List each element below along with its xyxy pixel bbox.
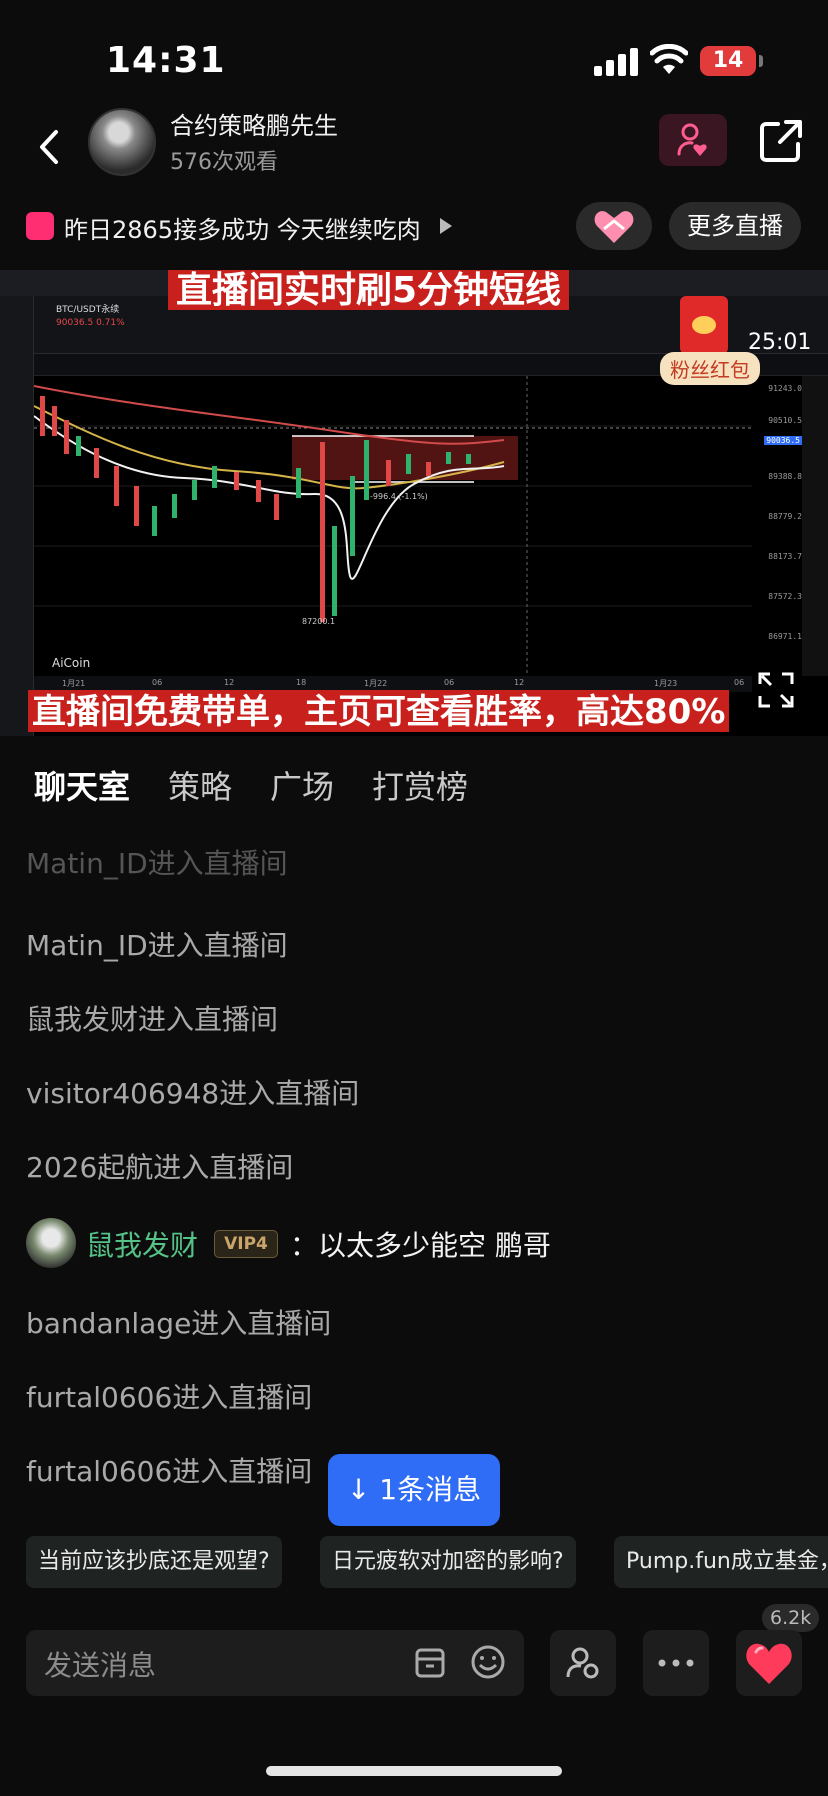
like-button[interactable]	[736, 1630, 802, 1696]
share-icon[interactable]	[756, 116, 806, 166]
host-avatar[interactable]	[88, 108, 156, 176]
price-tick: 88173.7	[768, 552, 802, 561]
battery-indicator: 14	[700, 46, 756, 76]
new-messages-button[interactable]: ↓ 1条消息	[328, 1454, 500, 1526]
trading-app-sidebar	[0, 296, 34, 736]
pair-label: BTC/USDT永续	[56, 305, 120, 315]
message-username[interactable]: 鼠我发财	[86, 1224, 198, 1264]
view-count: 576次观看	[170, 150, 278, 175]
user-cog-icon	[566, 1647, 599, 1679]
back-arrow-icon[interactable]	[30, 122, 70, 172]
time-tick: 12	[224, 678, 235, 687]
price-tick: 86971.1	[768, 632, 802, 641]
heart-icon	[746, 1643, 792, 1684]
home-indicator	[266, 1766, 562, 1776]
more-dots-icon	[658, 1659, 694, 1667]
coin-icon	[692, 316, 716, 334]
user-settings-button[interactable]	[550, 1630, 616, 1696]
price-tick: 89388.8	[768, 472, 802, 481]
cellular-signal-icon	[594, 48, 638, 76]
live-bars-icon	[26, 212, 54, 240]
video-banner-bottom: 直播间免费带单，主页可查看胜率，高达80%	[28, 690, 730, 732]
list-item: furtal0606进入直播间	[26, 1381, 313, 1414]
heart-hands-icon	[594, 211, 634, 243]
follow-button[interactable]	[659, 114, 727, 166]
tab-reward-ranking[interactable]: 打赏榜	[372, 762, 468, 808]
wifi-icon	[650, 44, 688, 74]
time-tick: 06	[734, 678, 745, 687]
trading-app-right-tools	[802, 376, 828, 676]
like-count: 6.2k	[762, 1604, 820, 1632]
price-tick: 91243.0	[768, 384, 802, 393]
time-tick: 1月22	[364, 679, 388, 688]
package-icon[interactable]	[414, 1646, 446, 1680]
tab-plaza[interactable]: 广场	[270, 762, 334, 808]
list-item: Matin_ID进入直播间	[26, 929, 288, 962]
message-placeholder: 发送消息	[44, 1649, 157, 1682]
arrow-down-icon: ↓	[346, 1473, 380, 1506]
new-messages-label: 1条消息	[379, 1473, 482, 1506]
vip-badge: VIP4	[214, 1230, 278, 1258]
suggestion-chip[interactable]: 日元疲软对加密的影响?	[320, 1536, 576, 1588]
message-input[interactable]: 发送消息	[26, 1630, 524, 1696]
announcement-bar: 昨日2865接多成功 今天继续吃肉 更多直播	[0, 196, 828, 256]
list-item: 2026起航进入直播间	[26, 1151, 294, 1184]
more-options-button[interactable]	[643, 1630, 709, 1696]
suggestion-chip[interactable]: Pump.fun成立基金，	[614, 1536, 828, 1588]
announcement-text[interactable]: 昨日2865接多成功 今天继续吃肉	[64, 210, 421, 245]
chat-list[interactable]: Matin_ID进入直播间 Matin_ID进入直播间 鼠我发财进入直播间 vi…	[0, 832, 828, 1492]
status-time: 14:31	[106, 40, 226, 81]
host-name[interactable]: 合约策略鹏先生	[170, 106, 338, 141]
list-item: Matin_ID进入直播间	[26, 847, 288, 880]
time-tick: 18	[296, 678, 307, 687]
list-item: furtal0606进入直播间	[26, 1455, 313, 1488]
time-tick: 06	[444, 678, 455, 687]
video-banner-top: 直播间实时刷5分钟短线	[168, 270, 570, 311]
live-header: 合约策略鹏先生 576次观看	[0, 100, 828, 200]
aicoin-logo: AiCoin	[52, 656, 91, 670]
candlestick-chart: -996.4 (-1.1%) 87200.1	[34, 376, 752, 676]
list-item: bandanlage进入直播间	[26, 1307, 332, 1340]
time-tick: 1月23	[654, 679, 678, 688]
follow-user-icon	[677, 123, 707, 156]
more-live-button[interactable]: 更多直播	[669, 202, 801, 250]
time-tick: 06	[152, 678, 163, 687]
red-packet-countdown: 25:01	[748, 330, 812, 355]
gift-button[interactable]	[576, 202, 652, 250]
price-tick: 90510.5	[768, 416, 802, 425]
pair-price: 90036.5 0.71%	[56, 318, 125, 328]
live-video[interactable]: BTC/USDT永续 90036.5 0.71% -996.4 (-1.1%) …	[0, 270, 828, 736]
play-arrow-icon[interactable]	[440, 218, 452, 234]
price-tick: 88779.2	[768, 512, 802, 521]
price-tick: 87572.3	[768, 592, 802, 601]
list-item: visitor406948进入直播间	[26, 1077, 360, 1110]
candles	[40, 396, 471, 622]
tab-chatroom[interactable]: 聊天室	[34, 762, 130, 808]
avatar[interactable]	[26, 1218, 76, 1268]
red-packet-icon[interactable]	[680, 296, 728, 354]
battery-tip	[759, 55, 763, 67]
chat-message[interactable]: 鼠我发财 VIP4 ：以太多少能空 鹏哥	[26, 1216, 806, 1272]
message-text: ：以太多少能空 鹏哥	[290, 1229, 551, 1262]
low-marker: 87200.1	[302, 617, 335, 626]
input-row: 发送消息	[0, 1630, 828, 1700]
red-packet-label[interactable]: 粉丝红包	[660, 352, 760, 385]
fullscreen-icon[interactable]	[756, 670, 796, 710]
suggestion-chips: 当前应该抄底还是观望? 日元疲软对加密的影响? Pump.fun成立基金，	[0, 1536, 828, 1590]
range-label: -996.4 (-1.1%)	[370, 492, 428, 501]
current-price-tag: 90036.5	[764, 436, 802, 445]
status-bar: 14:31 14	[0, 0, 828, 110]
price-scale: 91243.0 90510.5 90036.5 89388.8 88779.2 …	[752, 376, 802, 676]
chat-tabs: 聊天室 策略 广场 打赏榜	[0, 736, 828, 832]
list-item: 鼠我发财进入直播间	[26, 1003, 279, 1036]
time-tick: 12	[514, 678, 525, 687]
emoji-icon[interactable]	[470, 1644, 506, 1680]
suggestion-chip[interactable]: 当前应该抄底还是观望?	[26, 1536, 282, 1588]
time-tick: 1月21	[62, 679, 86, 688]
tab-strategy[interactable]: 策略	[168, 762, 232, 808]
